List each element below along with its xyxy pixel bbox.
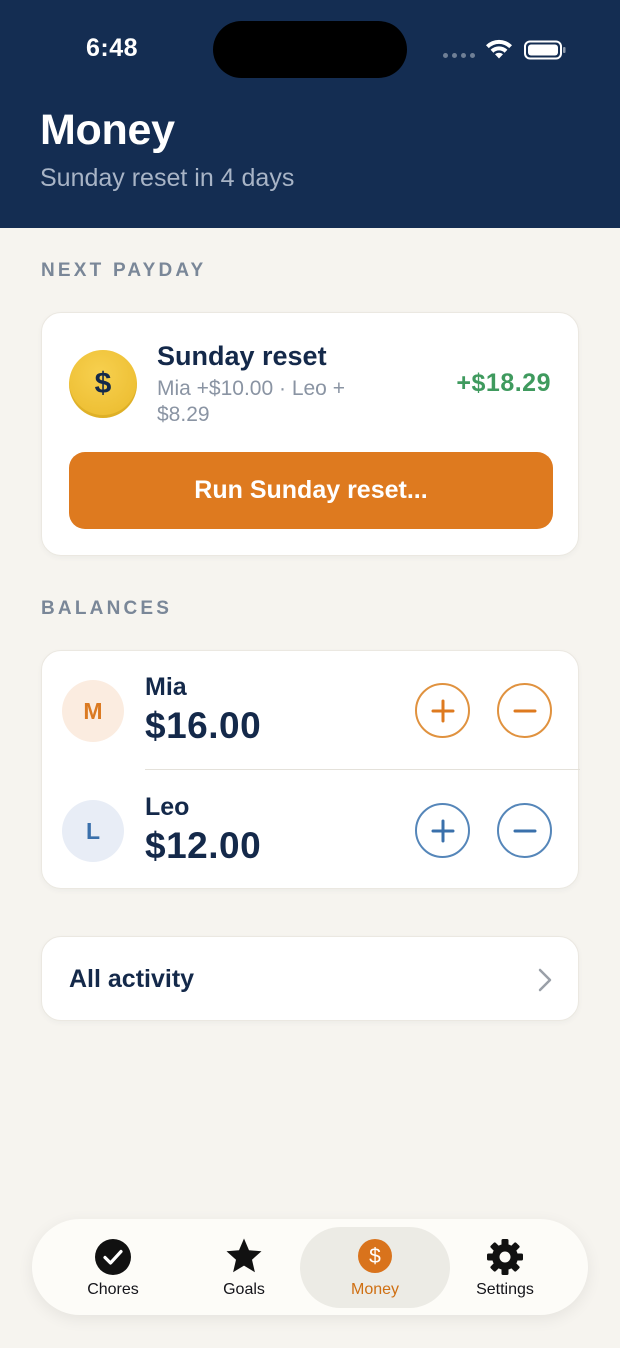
next-payday-card: $ Sunday reset Mia +$10.00 · Leo + $8.29…	[41, 312, 579, 556]
page-subtitle: Sunday reset in 4 days	[40, 164, 295, 192]
plus-icon	[431, 819, 454, 842]
balances-card: M Mia $16.00 L Leo $12.00	[41, 650, 580, 890]
avatar-mia: M	[62, 680, 124, 742]
page-title: Money	[40, 106, 175, 154]
check-circle-icon	[95, 1239, 131, 1275]
tab-bar: Chores Goals $ Money Settings	[32, 1219, 588, 1315]
balances-label: BALANCES	[41, 598, 173, 619]
gear-icon	[487, 1239, 523, 1275]
dynamic-island	[213, 21, 407, 78]
subtract-money-button[interactable]	[497, 803, 552, 858]
balance-name: Mia	[145, 673, 187, 701]
svg-text:$: $	[369, 1245, 381, 1268]
add-money-button[interactable]	[415, 803, 470, 858]
minus-icon	[513, 709, 536, 712]
plus-icon	[431, 699, 454, 722]
header: 6:48 Money Sunday reset in 4 days	[0, 0, 620, 228]
tab-goals[interactable]: Goals	[169, 1219, 319, 1315]
payday-detail: Mia +$10.00 · Leo + $8.29	[157, 377, 345, 426]
all-activity-label: All activity	[69, 965, 195, 993]
coin-icon: $	[69, 350, 137, 418]
dollar-circle-icon: $	[358, 1239, 392, 1273]
tab-label: Settings	[476, 1281, 534, 1298]
tab-label: Money	[350, 1281, 400, 1298]
tab-label: Chores	[87, 1281, 139, 1298]
add-money-button[interactable]	[415, 683, 470, 738]
status-time: 6:48	[86, 34, 139, 62]
tab-chores[interactable]: Chores	[38, 1219, 188, 1315]
all-activity-row[interactable]: All activity	[41, 936, 579, 1021]
run-sunday-reset-button[interactable]: Run Sunday reset...	[69, 452, 553, 529]
tab-settings[interactable]: Settings	[430, 1219, 580, 1315]
divider	[145, 769, 580, 770]
wifi-icon	[486, 39, 512, 59]
payday-title: Sunday reset	[157, 341, 327, 371]
chevron-right-icon	[538, 968, 552, 992]
balance-row-leo: L Leo $12.00	[42, 771, 580, 890]
next-payday-label: NEXT PAYDAY	[41, 260, 207, 281]
balance-name: Leo	[145, 793, 190, 821]
tab-label: Goals	[223, 1281, 265, 1298]
minus-icon	[513, 829, 536, 832]
balance-amount: $12.00	[145, 825, 262, 866]
subtract-money-button[interactable]	[497, 683, 552, 738]
tab-money[interactable]: $ Money	[300, 1227, 450, 1308]
balance-amount: $16.00	[145, 705, 262, 746]
signal-icon	[443, 53, 475, 58]
payday-amount: +$18.29	[456, 369, 551, 397]
battery-icon	[524, 40, 566, 60]
star-icon	[226, 1238, 262, 1273]
balance-row-mia: M Mia $16.00	[42, 651, 580, 770]
avatar-leo: L	[62, 800, 124, 862]
